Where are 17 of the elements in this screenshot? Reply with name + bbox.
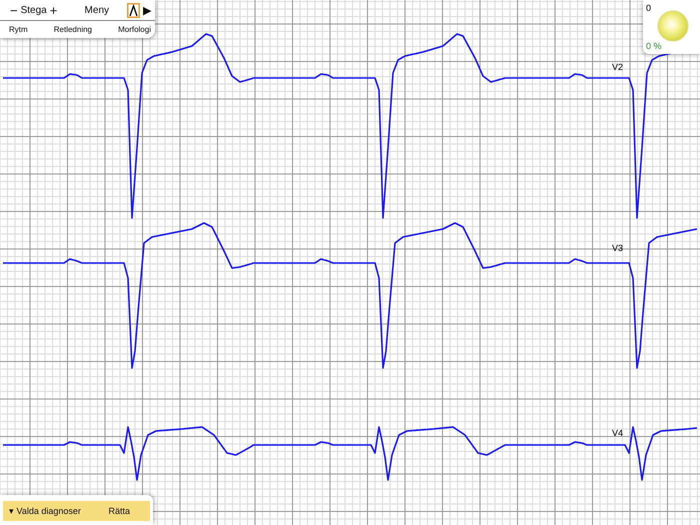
lead-label: V4 xyxy=(612,428,624,438)
lead-label: V3 xyxy=(612,243,624,253)
mode-tab[interactable]: Morfologi xyxy=(118,25,151,34)
play-button[interactable]: ▶ xyxy=(143,4,151,16)
status-light-icon xyxy=(657,10,689,42)
mode-tab[interactable]: Retledning xyxy=(54,25,92,34)
correct-button[interactable]: Rätta xyxy=(108,506,130,516)
plus-button[interactable]: + xyxy=(50,4,58,16)
minus-button[interactable]: − xyxy=(10,4,18,16)
menu-button[interactable]: Meny xyxy=(84,4,109,16)
lead-label: V2 xyxy=(612,62,624,72)
step-label: Stega xyxy=(20,4,47,16)
diagnoses-toggle[interactable]: ▾ Valda diagnoser xyxy=(9,506,81,516)
mode-tab[interactable]: Rytm xyxy=(9,25,28,34)
score-percent: 0 % xyxy=(646,41,662,51)
score-count: 0 xyxy=(646,3,652,13)
caliper-icon[interactable] xyxy=(127,2,140,18)
